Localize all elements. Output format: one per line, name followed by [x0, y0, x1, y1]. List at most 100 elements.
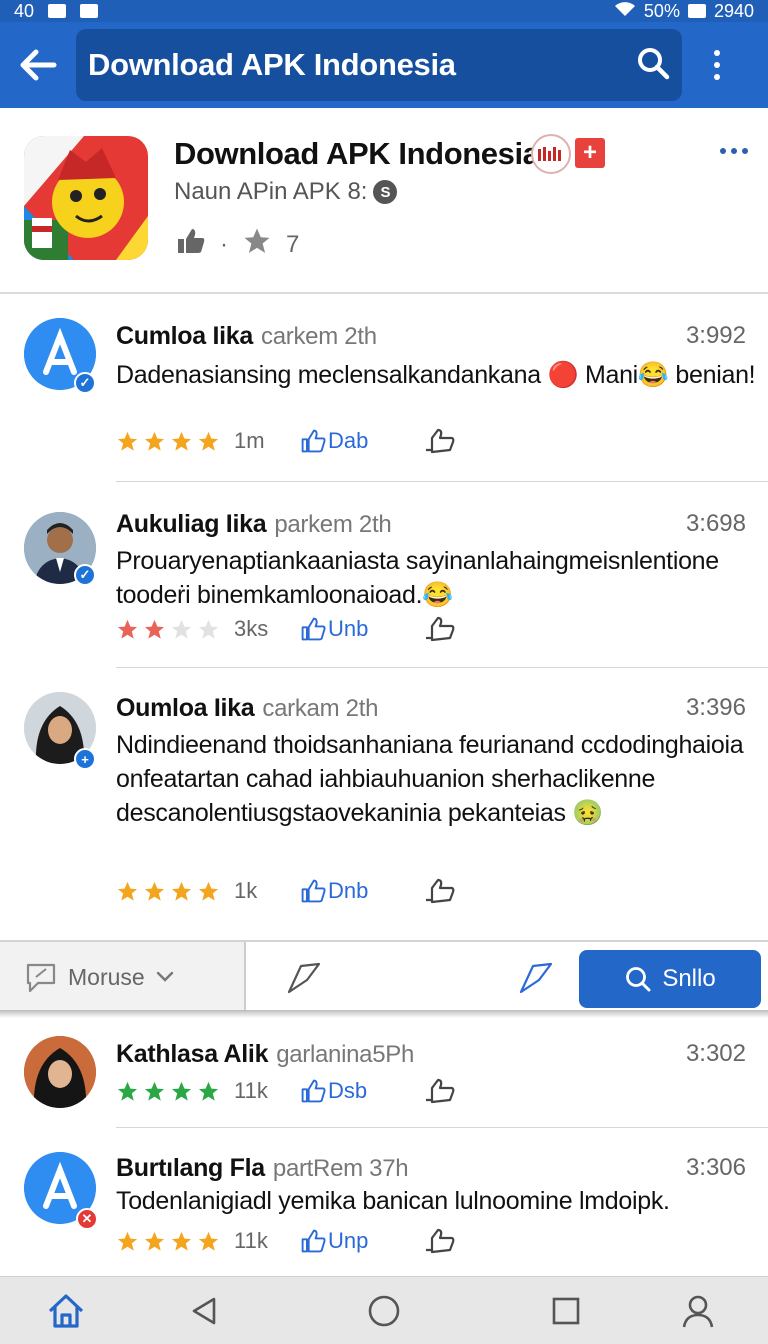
- nav-back[interactable]: [184, 1291, 224, 1331]
- back-triangle-icon: [192, 1297, 216, 1325]
- review-text: Prouaryenaptiankaaniasta sayinanlahaingm…: [116, 547, 719, 609]
- nav-recents[interactable]: [546, 1291, 586, 1331]
- search-bar[interactable]: Download APK Indonesia: [76, 29, 682, 101]
- app-subtitle: Naun APin APK 8: S: [174, 178, 398, 206]
- profile-icon: [682, 1295, 714, 1328]
- thumbs-down-icon: [426, 616, 455, 642]
- battery-icon: [687, 4, 706, 18]
- star-icon: [117, 619, 138, 639]
- battery-percent: 50%: [643, 0, 680, 21]
- send-icon: [287, 962, 321, 994]
- review-text: Todenlanigiadl yemika banican lulnoomine…: [116, 1187, 670, 1215]
- like-label: Dab: [328, 428, 369, 453]
- star-icon: [144, 1231, 165, 1251]
- status-left-text: 40: [14, 0, 35, 21]
- search-icon: [626, 967, 651, 992]
- image-notification-icon: [48, 4, 67, 18]
- app-meta: · 7: [176, 226, 299, 263]
- review-author: Kathlasa Alik garlanina5Ph: [116, 1040, 414, 1069]
- review-author-name: Kathlasa Alik: [116, 1040, 269, 1068]
- search-bar-title: Download APK Indonesia: [88, 47, 456, 82]
- app-bar: Download APK Indonesia: [0, 22, 768, 108]
- status-time: 2940: [713, 0, 754, 21]
- arrow-left-icon: [20, 49, 57, 81]
- star-icon: [117, 1231, 138, 1251]
- like-button[interactable]: Unp: [300, 1228, 424, 1254]
- like-button[interactable]: Dnb: [300, 878, 424, 904]
- plus-badge[interactable]: +: [575, 138, 605, 168]
- sort-dropdown[interactable]: Moruse: [0, 942, 246, 1012]
- reply-button[interactable]: [424, 1078, 456, 1104]
- reply-button[interactable]: [424, 1228, 456, 1254]
- star-icon: [198, 1081, 219, 1101]
- review-item: Kathlasa Alik garlanina5Ph 3:302 11k Dsb: [0, 1018, 768, 1128]
- review-author-name: Cumloa Iika: [116, 322, 254, 350]
- more-options-button[interactable]: [682, 22, 752, 108]
- review-text: Ndindieenand thoidsanhaniana feurianand …: [116, 731, 744, 827]
- review-author-name: Aukuliag Iika: [116, 510, 267, 538]
- like-button[interactable]: Unb: [300, 616, 424, 642]
- thumbs-up-icon: [301, 617, 326, 641]
- star-icon: [242, 226, 272, 263]
- search-button[interactable]: Snllo: [579, 950, 761, 1008]
- review-actions: 1m Dab: [116, 426, 456, 456]
- nav-profile[interactable]: [678, 1291, 718, 1331]
- review-item: ✓ Aukuliag Iika parkem 2th 3:698 Prouarye…: [0, 482, 768, 668]
- publisher-badge-icon: [531, 134, 571, 174]
- review-author: Burtılang Fla partRem 37h: [116, 1154, 409, 1183]
- rating-stars: [116, 618, 234, 641]
- meta-separator-dot: ·: [220, 230, 228, 258]
- send-icon: [519, 962, 553, 994]
- like-label: Unp: [328, 1228, 369, 1253]
- more-horizontal-icon[interactable]: [720, 148, 748, 154]
- verified-badge-icon: ✓: [74, 564, 96, 586]
- app-logo-icon[interactable]: [24, 136, 148, 260]
- star-icon: [117, 431, 138, 451]
- review-actions: 11k Dsb: [116, 1076, 456, 1106]
- review-actions: 11k Unp: [116, 1226, 456, 1256]
- thumbs-down-icon: [426, 878, 455, 904]
- star-icon: [198, 1231, 219, 1251]
- like-count: 3ks: [234, 616, 269, 641]
- avatar[interactable]: [24, 1036, 96, 1108]
- home-circle-icon: [368, 1295, 400, 1327]
- star-icon: [171, 1081, 192, 1101]
- rating-stars: [116, 1080, 234, 1103]
- thumbs-up-icon[interactable]: [176, 227, 206, 262]
- reply-button[interactable]: [424, 428, 456, 454]
- back-button[interactable]: [0, 22, 76, 108]
- review-toolbar: Moruse Snllo: [0, 940, 768, 1012]
- like-button[interactable]: Dsb: [300, 1078, 424, 1104]
- star-icon: [117, 881, 138, 901]
- like-count: 11k: [234, 1228, 268, 1253]
- like-count: 1k: [234, 878, 258, 903]
- share-button[interactable]: [284, 958, 324, 998]
- star-icon: [144, 431, 165, 451]
- app-subtitle-text: Naun APin APK 8:: [174, 178, 368, 205]
- review-item: + Oumloa Iika carkam 2th 3:396 Ndindieena…: [0, 668, 768, 940]
- app-notification-icon: [80, 4, 99, 18]
- reply-button[interactable]: [424, 616, 456, 642]
- error-badge-icon: ✕: [76, 1208, 98, 1230]
- review-meta: carkam 2th: [262, 695, 379, 722]
- send-button[interactable]: [516, 958, 556, 998]
- thumbs-up-icon: [301, 879, 326, 903]
- search-icon[interactable]: [636, 46, 670, 85]
- review-item: ✓ Cumloa Iika carkem 2th 3:992 Dadenasian…: [0, 296, 768, 482]
- review-author-name: Oumloa Iika: [116, 694, 255, 722]
- reply-button[interactable]: [424, 878, 456, 904]
- star-icon: [171, 1231, 192, 1251]
- wifi-icon: [614, 1, 636, 22]
- nav-home-circle[interactable]: [364, 1291, 404, 1331]
- star-icon: [171, 431, 192, 451]
- thumbs-down-icon: [426, 1228, 455, 1254]
- star-icon: [117, 1081, 138, 1101]
- comment-icon: [26, 963, 56, 993]
- search-button-label: Snllo: [662, 965, 716, 992]
- star-icon: [171, 619, 192, 639]
- nav-home[interactable]: [46, 1291, 86, 1331]
- review-time: 3:302: [685, 1040, 746, 1067]
- verified-badge-icon: ✓: [74, 372, 96, 394]
- review-author: Aukuliag Iika parkem 2th: [116, 510, 392, 539]
- like-button[interactable]: Dab: [300, 428, 424, 454]
